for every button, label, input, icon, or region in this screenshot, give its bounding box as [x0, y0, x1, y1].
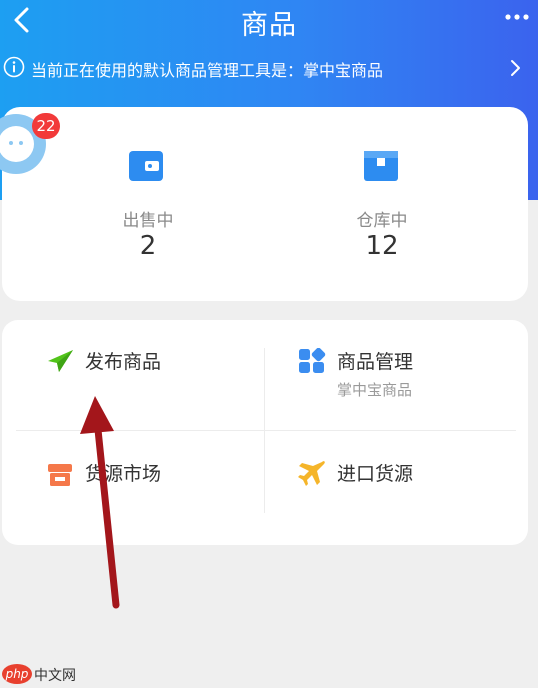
default-tool-notice[interactable]: 当前正在使用的默认商品管理工具是：掌中宝商品 [0, 52, 538, 82]
watermark-logo: php [2, 664, 32, 684]
watermark-text: 中文网 [34, 668, 76, 684]
menu-supply-market[interactable]: 货源市场 [42, 456, 282, 526]
menu-card: 发布商品 商品管理 掌中宝商品 货源市场 进口货源 [2, 320, 528, 545]
grid-tiles-icon [299, 348, 326, 373]
chevron-right-icon [511, 60, 520, 76]
divider [16, 430, 516, 431]
store-icon [48, 464, 72, 486]
stats-card: 出售中 2 仓库中 12 [2, 107, 528, 301]
airplane-icon [298, 461, 325, 486]
warehouse-box-icon [364, 151, 398, 181]
more-dots-icon[interactable] [504, 10, 530, 24]
menu-product-management[interactable]: 商品管理 掌中宝商品 [294, 342, 534, 412]
menu-import-supply[interactable]: 进口货源 [294, 456, 534, 526]
stat-value: 2 [139, 231, 157, 261]
menu-label: 货源市场 [85, 463, 162, 485]
menu-label: 发布商品 [85, 351, 162, 373]
nav-bar: 商品 [0, 0, 538, 42]
info-icon [3, 56, 25, 78]
wallet-icon [129, 151, 163, 181]
paper-plane-icon [48, 350, 73, 372]
stat-in-warehouse[interactable]: 仓库中 12 [265, 107, 528, 301]
notice-text: 当前正在使用的默认商品管理工具是：掌中宝商品 [31, 61, 384, 80]
menu-label: 商品管理 [337, 351, 414, 373]
stat-value: 12 [365, 231, 399, 261]
menu-label: 进口货源 [337, 463, 414, 485]
stat-label: 仓库中 [356, 211, 408, 231]
menu-publish-product[interactable]: 发布商品 [42, 342, 282, 412]
notification-badge: 22 [32, 113, 60, 139]
page-title: 商品 [241, 10, 297, 41]
menu-subtitle: 掌中宝商品 [337, 381, 413, 399]
stat-label: 出售中 [122, 211, 174, 231]
assistant-face-icon [0, 126, 34, 162]
watermark: php 中文网 [2, 664, 92, 686]
